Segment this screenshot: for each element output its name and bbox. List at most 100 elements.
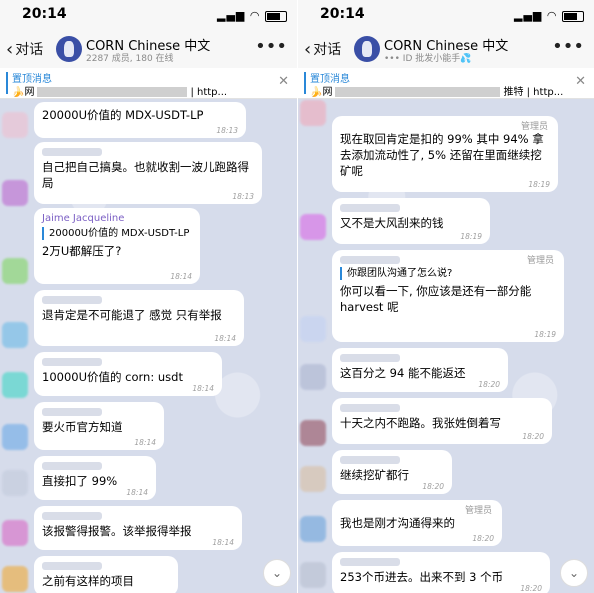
avatar[interactable] (300, 516, 326, 542)
more-icon[interactable]: ••• (552, 36, 584, 57)
message-bubble[interactable]: 253个币进去。出来不到 3 个币 18:20 (332, 552, 550, 593)
back-button[interactable]: ‹ 对话 (6, 39, 43, 60)
message-bubble[interactable]: 直接扣了 99% 18:14 (34, 456, 156, 500)
right-chat-panel: 20:14 ▂▄▆ ◠ ‹ 对话 CORN Chinese 中文 ••• ID 批… (297, 0, 594, 593)
pinned-message[interactable]: 置顶消息 🍌网 推特 | http... ✕ (298, 68, 594, 99)
message-text: 直接扣了 99% (42, 474, 118, 488)
avatar[interactable] (300, 364, 326, 390)
sender-name-blurred (42, 148, 102, 156)
reply-quote[interactable]: 20000U价值的 MDX-USDT-LP (42, 227, 192, 240)
message-time: 18:19 (534, 330, 556, 339)
avatar[interactable] (300, 562, 326, 588)
close-icon[interactable]: ✕ (278, 74, 289, 89)
message-text: 该报警得报警。该举报得举报 (42, 524, 192, 538)
avatar[interactable] (2, 424, 28, 450)
status-time: 20:14 (320, 6, 365, 22)
status-bar: 20:14 ▂▄▆ ◠ (0, 0, 297, 30)
message-time: 18:14 (134, 438, 156, 447)
message-text: 又不是大风刮来的钱 (340, 216, 444, 230)
message-text: 20000U价值的 MDX-USDT-LP (42, 108, 204, 122)
message-bubble[interactable]: 自己把自己搞臭。也就收割一波儿跑路得局 18:13 (34, 142, 262, 204)
message-bubble[interactable]: 管理员 我也是刚才沟通得来的 18:20 (332, 500, 502, 546)
back-label: 对话 (15, 42, 44, 58)
message-text: 我也是刚才沟通得来的 (340, 516, 455, 530)
avatar[interactable] (300, 466, 326, 492)
avatar[interactable] (2, 322, 28, 348)
group-avatar[interactable] (56, 36, 82, 62)
avatar[interactable] (300, 100, 326, 126)
chevron-down-icon[interactable]: ⌄ (263, 559, 291, 587)
message-time: 18:13 (232, 192, 254, 201)
avatar[interactable] (2, 520, 28, 546)
message-bubble[interactable]: 该报警得报警。该举报得举报 18:14 (34, 506, 242, 550)
message-time: 18:19 (460, 232, 482, 241)
sender-name-blurred (42, 562, 102, 570)
message-bubble[interactable]: 又不是大风刮来的钱 18:19 (332, 198, 490, 244)
message-bubble[interactable]: 这百分之 94 能不能返还 18:20 (332, 348, 508, 392)
message-bubble[interactable]: 继续挖矿都行 18:20 (332, 450, 452, 494)
chevron-left-icon: ‹ (304, 39, 312, 60)
left-chat-panel: 20:14 ▂▄▆ ◠ ‹ 对话 CORN Chinese 中文 2287 成员,… (0, 0, 297, 593)
pinned-blurred-text (335, 87, 501, 97)
sender-name-blurred (340, 256, 400, 264)
message-text: 现在取回肯定是扣的 99% 其中 94% 拿去添加流动性了, 5% 还留在里面继… (340, 132, 544, 178)
message-time: 18:20 (520, 584, 542, 593)
sender-name-blurred (42, 462, 102, 470)
message-time: 18:20 (522, 432, 544, 441)
message-text: 这百分之 94 能不能返还 (340, 366, 466, 380)
message-bubble[interactable]: 管理员 现在取回肯定是扣的 99% 其中 94% 拿去添加流动性了, 5% 还留… (332, 116, 558, 192)
message-bubble[interactable]: 要火币官方知道 18:14 (34, 402, 164, 450)
chat-header: ‹ 对话 CORN Chinese 中文 2287 成员, 180 在线 ••• (0, 30, 297, 69)
avatar[interactable] (300, 214, 326, 240)
chevron-left-icon: ‹ (6, 39, 14, 60)
admin-badge: 管理员 (464, 506, 492, 516)
sender-name-blurred (42, 296, 102, 304)
sender-name: Jaime Jacqueline (42, 213, 125, 224)
chat-header: ‹ 对话 CORN Chinese 中文 ••• ID 批发小能手💦 ••• (298, 30, 594, 69)
avatar[interactable] (300, 316, 326, 342)
status-time: 20:14 (22, 6, 67, 22)
message-bubble[interactable]: 之前有这样的项目 (34, 556, 178, 593)
avatar[interactable] (2, 566, 28, 592)
avatar[interactable] (2, 372, 28, 398)
message-bubble[interactable]: 10000U价值的 corn: usdt 18:14 (34, 352, 222, 396)
message-text: 10000U价值的 corn: usdt (42, 370, 183, 384)
group-avatar[interactable] (354, 36, 380, 62)
pinned-suffix: | http... (190, 87, 228, 98)
message-text: 退肯定是不可能退了 感觉 只有举报 (42, 308, 222, 322)
avatar[interactable] (2, 258, 28, 284)
close-icon[interactable]: ✕ (575, 74, 586, 89)
message-bubble[interactable]: 退肯定是不可能退了 感觉 只有举报 18:14 (34, 290, 244, 346)
reply-quote[interactable]: 你跟团队沟通了怎么说? (340, 267, 556, 280)
avatar[interactable] (2, 470, 28, 496)
message-time: 18:14 (214, 334, 236, 343)
chevron-down-icon[interactable]: ⌄ (560, 559, 588, 587)
pinned-text: 🍌网 | http... (12, 83, 227, 98)
message-time: 18:14 (126, 488, 148, 497)
pinned-message[interactable]: 置顶消息 🍌网 | http... ✕ (0, 68, 297, 99)
message-bubble[interactable]: 20000U价值的 MDX-USDT-LP 18:13 (34, 102, 246, 138)
pinned-prefix: 🍌网 (12, 87, 35, 98)
message-text: 要火币官方知道 (42, 420, 123, 434)
message-text: 自己把自己搞臭。也就收割一波儿跑路得局 (42, 160, 249, 190)
chat-subtitle: ••• ID 批发小能手💦 (384, 54, 472, 64)
battery-icon (562, 10, 584, 22)
admin-badge: 管理员 (526, 256, 554, 266)
avatar[interactable] (2, 180, 28, 206)
message-text: 继续挖矿都行 (340, 468, 409, 482)
admin-badge: 管理员 (520, 122, 548, 132)
back-button[interactable]: ‹ 对话 (304, 39, 341, 60)
avatar[interactable] (300, 420, 326, 446)
pinned-accent-bar (6, 72, 8, 94)
pinned-prefix: 🍌网 (310, 87, 333, 98)
sender-name-blurred (340, 456, 400, 464)
message-bubble[interactable]: 管理员 你跟团队沟通了怎么说? 你可以看一下, 你应该是还有一部分能 harve… (332, 250, 564, 342)
message-time: 18:20 (478, 380, 500, 389)
message-bubble[interactable]: Jaime Jacqueline 20000U价值的 MDX-USDT-LP 2… (34, 208, 200, 284)
message-time: 18:13 (216, 126, 238, 135)
sender-name-blurred (42, 512, 102, 520)
message-bubble[interactable]: 十天之内不跑路。我张姓倒着写 18:20 (332, 398, 552, 444)
message-time: 18:19 (528, 180, 550, 189)
more-icon[interactable]: ••• (255, 36, 287, 57)
avatar[interactable] (2, 112, 28, 138)
